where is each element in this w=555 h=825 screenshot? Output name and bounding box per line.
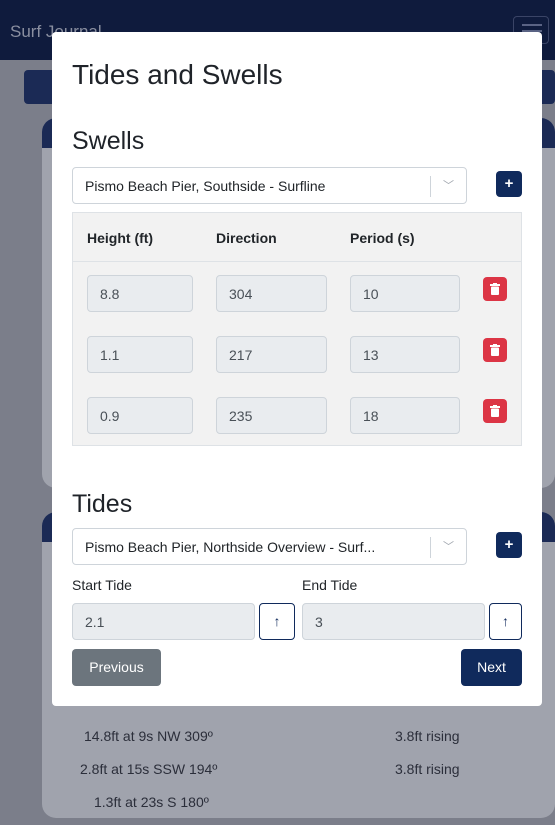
- height-field[interactable]: 0.9: [87, 397, 193, 434]
- arrow-up-icon: ↑: [273, 613, 281, 629]
- swell-source-select[interactable]: Pismo Beach Pier, Southside - Surfline ﹀: [72, 167, 467, 204]
- chevron-down-icon[interactable]: ﹀: [443, 177, 454, 193]
- tides-heading: Tides: [72, 490, 133, 518]
- add-tide-button[interactable]: +: [496, 532, 522, 558]
- arrow-up-icon: ↑: [502, 613, 509, 629]
- select-separator: [430, 176, 431, 197]
- select-separator: [430, 537, 431, 558]
- height-field[interactable]: 8.8: [87, 275, 193, 312]
- swell-source-value: Pismo Beach Pier, Southside - Surfline: [85, 178, 326, 194]
- table-row: 8.8 304 10: [73, 262, 521, 323]
- direction-field[interactable]: 235: [216, 397, 327, 434]
- height-field[interactable]: 1.1: [87, 336, 193, 373]
- column-header-height: Height (ft): [87, 230, 154, 246]
- delete-swell-button[interactable]: [483, 399, 507, 423]
- end-tide-direction-button[interactable]: ↑: [489, 603, 522, 640]
- list-item: 1.3ft at 23s S 180º: [42, 786, 555, 819]
- tides-swells-modal: Tides and Swells Swells Pismo Beach Pier…: [52, 32, 542, 706]
- background-conditions-list: 14.8ft at 9s NW 309º 3.8ft rising 2.8ft …: [42, 720, 555, 819]
- tide-source-select[interactable]: Pismo Beach Pier, Northside Overview - S…: [72, 528, 467, 565]
- start-tide-direction-button[interactable]: ↑: [259, 603, 295, 640]
- period-field[interactable]: 13: [350, 336, 460, 373]
- swells-table: Height (ft) Direction Period (s) 8.8 304…: [72, 212, 522, 446]
- next-button[interactable]: Next: [461, 649, 522, 686]
- list-item: 14.8ft at 9s NW 309º 3.8ft rising: [42, 720, 555, 753]
- end-tide-field[interactable]: 3: [302, 603, 485, 640]
- period-field[interactable]: 10: [350, 275, 460, 312]
- swells-heading: Swells: [72, 127, 145, 155]
- add-swell-button[interactable]: +: [496, 171, 522, 197]
- chevron-down-icon[interactable]: ﹀: [443, 538, 454, 554]
- direction-field[interactable]: 304: [216, 275, 327, 312]
- previous-button[interactable]: Previous: [72, 649, 161, 686]
- swell-summary: 1.3ft at 23s S 180º: [94, 794, 209, 810]
- modal-title: Tides and Swells: [72, 59, 283, 90]
- direction-field[interactable]: 217: [216, 336, 327, 373]
- column-header-direction: Direction: [216, 230, 277, 246]
- table-row: 0.9 235 18: [73, 384, 521, 445]
- list-item: 2.8ft at 15s SSW 194º 3.8ft rising: [42, 753, 555, 786]
- trash-icon: [490, 344, 500, 356]
- tide-summary: 3.8ft rising: [395, 761, 460, 777]
- swell-summary: 2.8ft at 15s SSW 194º: [80, 761, 218, 777]
- delete-swell-button[interactable]: [483, 338, 507, 362]
- trash-icon: [490, 283, 500, 295]
- column-header-period: Period (s): [350, 230, 415, 246]
- swell-summary: 14.8ft at 9s NW 309º: [84, 728, 213, 744]
- table-header: Height (ft) Direction Period (s): [73, 213, 521, 262]
- tide-source-value: Pismo Beach Pier, Northside Overview - S…: [85, 539, 376, 555]
- trash-icon: [490, 405, 500, 417]
- tide-summary: 3.8ft rising: [395, 728, 460, 744]
- start-tide-field[interactable]: 2.1: [72, 603, 255, 640]
- table-row: 1.1 217 13: [73, 323, 521, 384]
- delete-swell-button[interactable]: [483, 277, 507, 301]
- end-tide-label: End Tide: [302, 577, 358, 593]
- period-field[interactable]: 18: [350, 397, 460, 434]
- start-tide-label: Start Tide: [72, 577, 132, 593]
